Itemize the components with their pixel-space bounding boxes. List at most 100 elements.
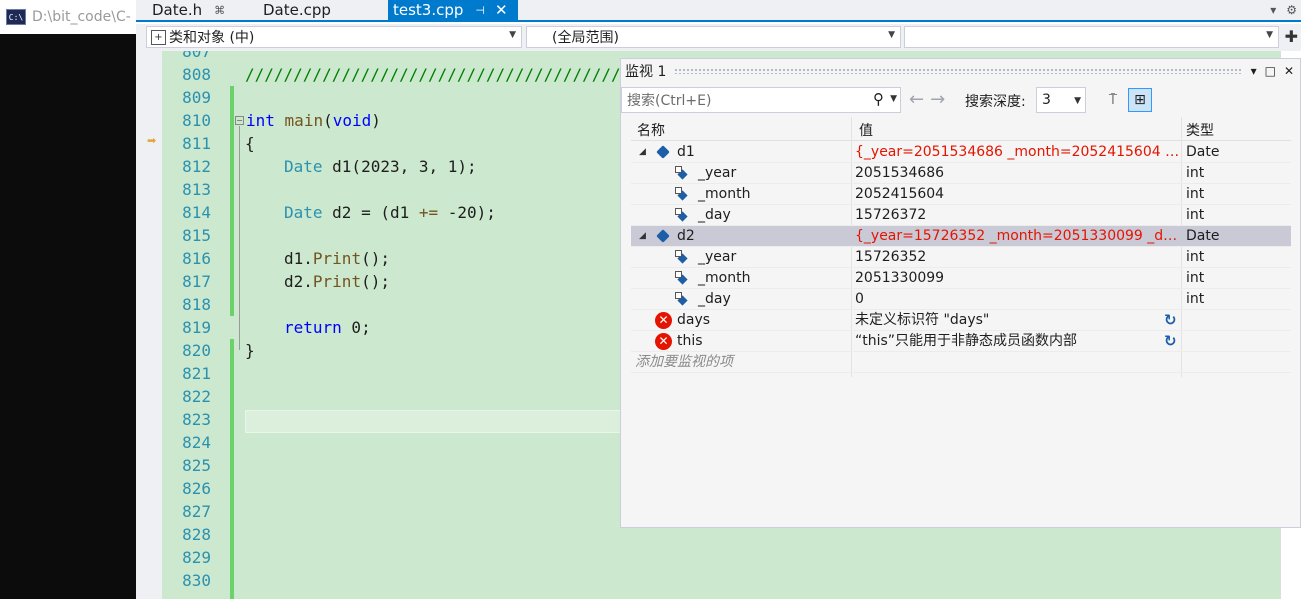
field-icon: [675, 166, 689, 180]
console-title-bar[interactable]: C:\ D:\bit_code\C-: [0, 0, 136, 34]
code-line-808[interactable]: ////////////////////////////////////////: [245, 63, 630, 86]
watch-row-add[interactable]: 添加要监视的项: [631, 352, 1291, 373]
watch-search-input[interactable]: 搜索(Ctrl+E) ⚲ ▼: [621, 87, 901, 113]
tab-test3-cpp[interactable]: test3.cpp ⊣ ✕: [388, 0, 518, 20]
split-window-icon[interactable]: ✚: [1285, 27, 1298, 46]
type-scope-dropdown[interactable]: (全局范围) ▼: [526, 26, 901, 48]
line-number: 820: [182, 341, 211, 360]
code-line-817[interactable]: d2.Print();: [284, 270, 390, 293]
watch-value[interactable]: 2051330099: [855, 268, 1181, 289]
code-line-812[interactable]: Date d1(2023, 3, 1);: [284, 155, 477, 178]
close-icon[interactable]: ✕: [495, 1, 508, 19]
watch-value[interactable]: 15726352: [855, 247, 1181, 268]
console-title: D:\bit_code\C-: [32, 9, 131, 25]
error-icon: ✕: [655, 312, 672, 329]
watch-row-d2-day[interactable]: _day 0 int: [631, 289, 1291, 310]
window-position-dropdown-icon[interactable]: ▾: [1251, 64, 1257, 78]
watch-value[interactable]: 未定义标识符 "days": [855, 310, 1181, 331]
watch-toolbar: 搜索(Ctrl+E) ⚲ ▼ ←→ 搜索深度: 3 ▼ ⍑ ⊞: [621, 85, 1301, 115]
code-line-819[interactable]: return 0;: [284, 316, 371, 339]
outline-guide: [239, 126, 240, 350]
column-header-type[interactable]: 类型: [1186, 120, 1214, 140]
code-line-810[interactable]: int main(void): [246, 109, 381, 132]
watch-row-d2-year[interactable]: _year 15726352 int: [631, 247, 1291, 268]
line-number: 819: [182, 318, 211, 337]
column-header-value[interactable]: 值: [859, 120, 873, 140]
type-name: Date: [284, 157, 323, 176]
chevron-down-icon: ▼: [888, 30, 895, 40]
pin-icon[interactable]: ⌘: [214, 4, 225, 17]
field-icon: [675, 292, 689, 306]
collapse-triangle-icon[interactable]: ◢: [639, 226, 646, 247]
watch-value[interactable]: {_year=2051534686 _month=2052415604 _day…: [855, 142, 1181, 163]
watch-row-d2-month[interactable]: _month 2051330099 int: [631, 268, 1291, 289]
watch-row-d2[interactable]: ◢ d2 {_year=15726352 _month=2051330099 _…: [631, 226, 1291, 247]
watch-value[interactable]: {_year=15726352 _month=2051330099 _day=0…: [855, 226, 1181, 247]
watch-row-d1-year[interactable]: _year 2051534686 int: [631, 163, 1291, 184]
watch-window: 监视 1 ▾ □ ✕ 搜索(Ctrl+E) ⚲ ▼ ←→ 搜索深度: 3 ▼ ⍑…: [620, 58, 1301, 528]
refresh-icon[interactable]: ↻: [1164, 331, 1177, 352]
line-number: 808: [182, 65, 211, 84]
watch-value[interactable]: 2052415604: [855, 184, 1181, 205]
code-line-816[interactable]: d1.Print();: [284, 247, 390, 270]
watch-type: int: [1186, 270, 1205, 286]
watch-value[interactable]: 15726372: [855, 205, 1181, 226]
collapse-icon[interactable]: −: [235, 116, 244, 125]
tab-label: test3.cpp: [393, 1, 464, 19]
code-text: d2.: [284, 272, 313, 291]
tab-date-cpp[interactable]: Date.cpp: [247, 0, 387, 20]
watch-type: int: [1186, 291, 1205, 307]
watch-value[interactable]: 0: [855, 289, 1181, 310]
watch-row-d1-month[interactable]: _month 2052415604 int: [631, 184, 1291, 205]
code-line-814[interactable]: Date d2 = (d1 += -20);: [284, 201, 496, 224]
operator: +=: [418, 203, 439, 222]
code-line-820[interactable]: }: [245, 339, 255, 362]
line-number: 810: [182, 111, 211, 130]
add-watch-placeholder[interactable]: 添加要监视的项: [635, 352, 733, 373]
drag-grip[interactable]: [674, 68, 1243, 74]
comment-text: ////////////////////////////////////////: [245, 65, 631, 84]
watch-row-days[interactable]: ✕ days 未定义标识符 "days" ↻: [631, 310, 1291, 331]
console-window[interactable]: C:\ D:\bit_code\C-: [0, 0, 136, 599]
settings-gear-icon[interactable]: ⚙: [1286, 3, 1297, 17]
watch-row-d1[interactable]: ◢ d1 {_year=2051534686 _month=2052415604…: [631, 142, 1291, 163]
function-name: main: [284, 111, 324, 130]
line-number: 827: [182, 502, 211, 521]
pin-icon[interactable]: ⊣: [475, 4, 485, 17]
code-line-811[interactable]: {: [245, 132, 255, 155]
watch-name: _month: [698, 270, 751, 286]
hex-display-icon[interactable]: ⊞: [1128, 88, 1152, 112]
project-scope-label: 类和对象 (中): [169, 30, 255, 46]
line-number: 812: [182, 157, 211, 176]
watch-type: int: [1186, 207, 1205, 223]
watch-value[interactable]: “this”只能用于非静态成员函数内部: [855, 331, 1181, 352]
chevron-down-icon: ▼: [509, 30, 516, 40]
watch-type: int: [1186, 249, 1205, 265]
filter-pin-icon[interactable]: ⍑: [1101, 88, 1125, 112]
watch-name: _month: [698, 186, 751, 202]
member-scope-dropdown[interactable]: ▼: [904, 26, 1279, 48]
project-scope-dropdown[interactable]: + 类和对象 (中) ▼: [146, 26, 522, 48]
search-icon[interactable]: ⚲: [873, 90, 884, 108]
maximize-icon[interactable]: □: [1265, 64, 1276, 78]
line-number: 816: [182, 249, 211, 268]
line-number: 814: [182, 203, 211, 222]
watch-row-this[interactable]: ✕ this “this”只能用于非静态成员函数内部 ↻: [631, 331, 1291, 352]
close-icon[interactable]: ✕: [1284, 64, 1294, 78]
console-icon: C:\: [6, 9, 26, 25]
tab-date-h[interactable]: Date.h ⌘: [136, 0, 244, 20]
watch-title-bar[interactable]: 监视 1 ▾ □ ✕: [621, 59, 1301, 83]
search-depth-value: 3: [1042, 92, 1051, 108]
chevron-down-icon[interactable]: ▼: [890, 94, 897, 104]
column-header-name[interactable]: 名称: [637, 120, 665, 140]
collapse-triangle-icon[interactable]: ◢: [639, 142, 646, 163]
tab-dropdown-icon[interactable]: ▾: [1270, 3, 1276, 17]
watch-value[interactable]: 2051534686: [855, 163, 1181, 184]
navigation-bar: + 类和对象 (中) ▼ (全局范围) ▼ ▼ ✚: [136, 24, 1301, 51]
change-tracking-bar: [230, 339, 234, 599]
watch-row-d1-day[interactable]: _day 15726372 int: [631, 205, 1291, 226]
refresh-icon[interactable]: ↻: [1164, 310, 1177, 331]
line-number: 830: [182, 571, 211, 590]
search-nav-arrows-icon[interactable]: ←→: [909, 89, 951, 110]
search-depth-dropdown[interactable]: 3 ▼: [1036, 87, 1086, 113]
